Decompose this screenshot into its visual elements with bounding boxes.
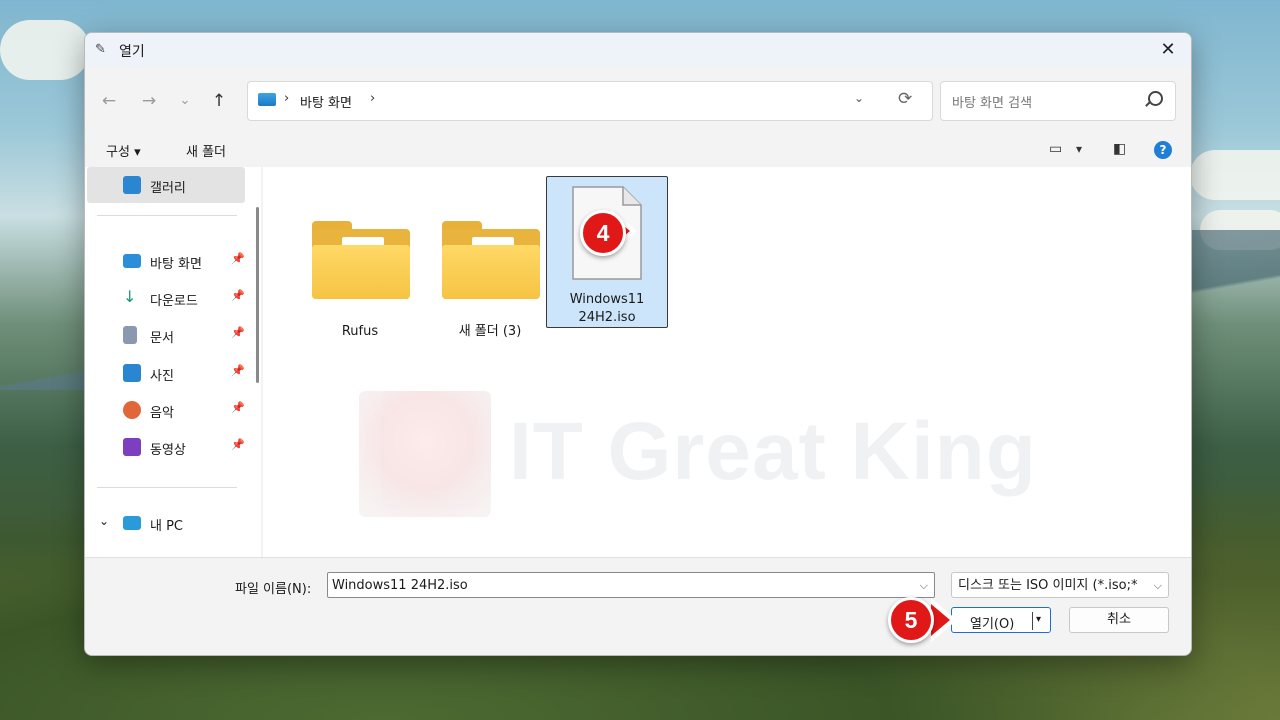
file-type-value: 디스크 또는 ISO 이미지 (*.iso;* (958, 578, 1138, 593)
command-bar: 구성 ▾ 새 폴더 ▭ ▾ ◧ ? (85, 133, 1191, 167)
file-list: IT Great King Rufus 새 폴더 (3) Windows11 2… (263, 167, 1191, 557)
annotation-arrow (931, 598, 957, 642)
file-name: 새 폴더 (3) (458, 324, 522, 339)
breadcrumb-desktop[interactable]: 바탕 화면 (300, 92, 352, 111)
gallery-icon (123, 176, 141, 194)
sidebar-item-label: 갤러리 (150, 181, 186, 196)
watermark-logo (359, 391, 491, 517)
sidebar-item-gallery[interactable]: 갤러리 (87, 167, 245, 203)
open-button[interactable]: 열기(O) ▾ (951, 607, 1051, 633)
sidebar-scrollbar[interactable] (256, 207, 259, 383)
forward-button[interactable]: → (135, 88, 163, 114)
address-bar[interactable]: › 바탕 화면 › ⌄ ⟳ (247, 81, 933, 121)
close-button[interactable]: ✕ (1145, 33, 1191, 67)
sidebar-item-label: 문서 (150, 331, 174, 346)
videos-icon (123, 438, 141, 456)
refresh-icon[interactable]: ⟳ (898, 89, 912, 109)
watermark: IT Great King (359, 391, 1036, 519)
desktop-icon (123, 254, 141, 268)
document-icon (123, 326, 137, 344)
filename-input[interactable]: Windows11 24H2.iso ⌵ (327, 572, 935, 598)
pin-icon[interactable]: 📌 (231, 438, 245, 451)
desktop-icon (258, 93, 276, 106)
music-icon (123, 401, 141, 419)
step-badge-5: 5 (888, 597, 934, 643)
dialog-title: 열기 (119, 44, 145, 60)
sidebar-divider (97, 487, 237, 488)
pin-icon[interactable]: 📌 (231, 252, 245, 265)
pen-icon: ✎ (95, 42, 106, 57)
filename-label: 파일 이름(N): (235, 582, 312, 597)
sidebar-item-this-pc[interactable]: ⌄ 내 PC (87, 505, 245, 541)
open-button-label: 열기(O) (970, 617, 1015, 632)
navigation-pane: 갤러리 바탕 화면 📌 ↓ 다운로드 📌 문서 📌 사진 📌 음악 📌 동영상 … (85, 167, 261, 557)
pin-icon[interactable]: 📌 (231, 289, 245, 302)
breadcrumb-separator[interactable]: › (284, 91, 289, 106)
chevron-down-icon[interactable]: ⌄ (99, 514, 109, 528)
organize-label: 구성 (106, 145, 130, 160)
back-button[interactable]: ← (95, 88, 123, 114)
chevron-down-icon: ▾ (134, 145, 141, 160)
navigation-bar: ← → ⌄ ↑ › 바탕 화면 › ⌄ ⟳ 바탕 화면 검색 (85, 67, 1191, 133)
sidebar-item-label: 다운로드 (150, 294, 198, 309)
search-icon[interactable] (1148, 91, 1163, 106)
file-name: Windows11 24H2.iso (569, 292, 645, 325)
chevron-down-icon[interactable]: ⌵ (920, 573, 928, 599)
open-dropdown-icon[interactable]: ▾ (1036, 614, 1041, 625)
pin-icon[interactable]: 📌 (231, 364, 245, 377)
view-dropdown-icon[interactable]: ▾ (1076, 142, 1082, 156)
folder-icon (442, 221, 540, 299)
address-dropdown-icon[interactable]: ⌄ (854, 91, 864, 105)
file-type-select[interactable]: 디스크 또는 ISO 이미지 (*.iso;* ⌵ (951, 572, 1169, 598)
search-box[interactable]: 바탕 화면 검색 (940, 81, 1176, 121)
download-icon: ↓ (123, 287, 137, 306)
split-divider (1032, 612, 1033, 630)
preview-pane-icon[interactable]: ◧ (1113, 141, 1126, 157)
background-cloud (1190, 150, 1280, 200)
sidebar-item-music[interactable]: 음악 📌 (87, 392, 245, 428)
pictures-icon (123, 364, 141, 382)
organize-button[interactable]: 구성 ▾ (106, 141, 141, 160)
dialog-footer: 파일 이름(N): Windows11 24H2.iso ⌵ 디스크 또는 IS… (85, 557, 1191, 655)
title-bar: ✎ 열기 ✕ (85, 33, 1191, 67)
open-file-dialog: ✎ 열기 ✕ ← → ⌄ ↑ › 바탕 화면 › ⌄ ⟳ 바탕 화면 검색 구성… (84, 32, 1192, 656)
sidebar-item-downloads[interactable]: ↓ 다운로드 📌 (87, 280, 245, 316)
folder-icon (312, 221, 410, 299)
sidebar-item-documents[interactable]: 문서 📌 (87, 317, 245, 353)
sidebar-item-pictures[interactable]: 사진 📌 (87, 355, 245, 391)
view-icon[interactable]: ▭ (1049, 141, 1062, 157)
search-placeholder: 바탕 화면 검색 (952, 96, 1033, 111)
cancel-button[interactable]: 취소 (1069, 607, 1169, 633)
sidebar-item-videos[interactable]: 동영상 📌 (87, 429, 245, 465)
up-button[interactable]: ↑ (205, 88, 233, 114)
sidebar-item-label: 바탕 화면 (150, 257, 202, 272)
sidebar-item-label: 내 PC (150, 519, 184, 534)
sidebar-divider (97, 215, 237, 216)
watermark-text: IT Great King (509, 406, 1037, 497)
breadcrumb-separator[interactable]: › (370, 91, 375, 106)
sidebar-item-label: 음악 (150, 406, 174, 421)
pin-icon[interactable]: 📌 (231, 326, 245, 339)
background-cloud (0, 20, 90, 80)
pin-icon[interactable]: 📌 (231, 401, 245, 414)
recent-locations-button[interactable]: ⌄ (171, 88, 199, 114)
file-item-rufus[interactable]: Rufus (300, 201, 420, 351)
help-icon[interactable]: ? (1154, 141, 1172, 159)
filename-value: Windows11 24H2.iso (332, 578, 468, 593)
file-item-new-folder-3[interactable]: 새 폴더 (3) (430, 201, 550, 351)
file-name: Rufus (341, 324, 379, 339)
new-folder-button[interactable]: 새 폴더 (186, 141, 226, 160)
sidebar-item-desktop[interactable]: 바탕 화면 📌 (87, 243, 245, 279)
sidebar-item-label: 사진 (150, 369, 174, 384)
computer-icon (123, 516, 141, 530)
chevron-down-icon: ⌵ (1153, 573, 1162, 597)
sidebar-item-label: 동영상 (150, 443, 186, 458)
step-badge-4: 4 (580, 210, 626, 256)
